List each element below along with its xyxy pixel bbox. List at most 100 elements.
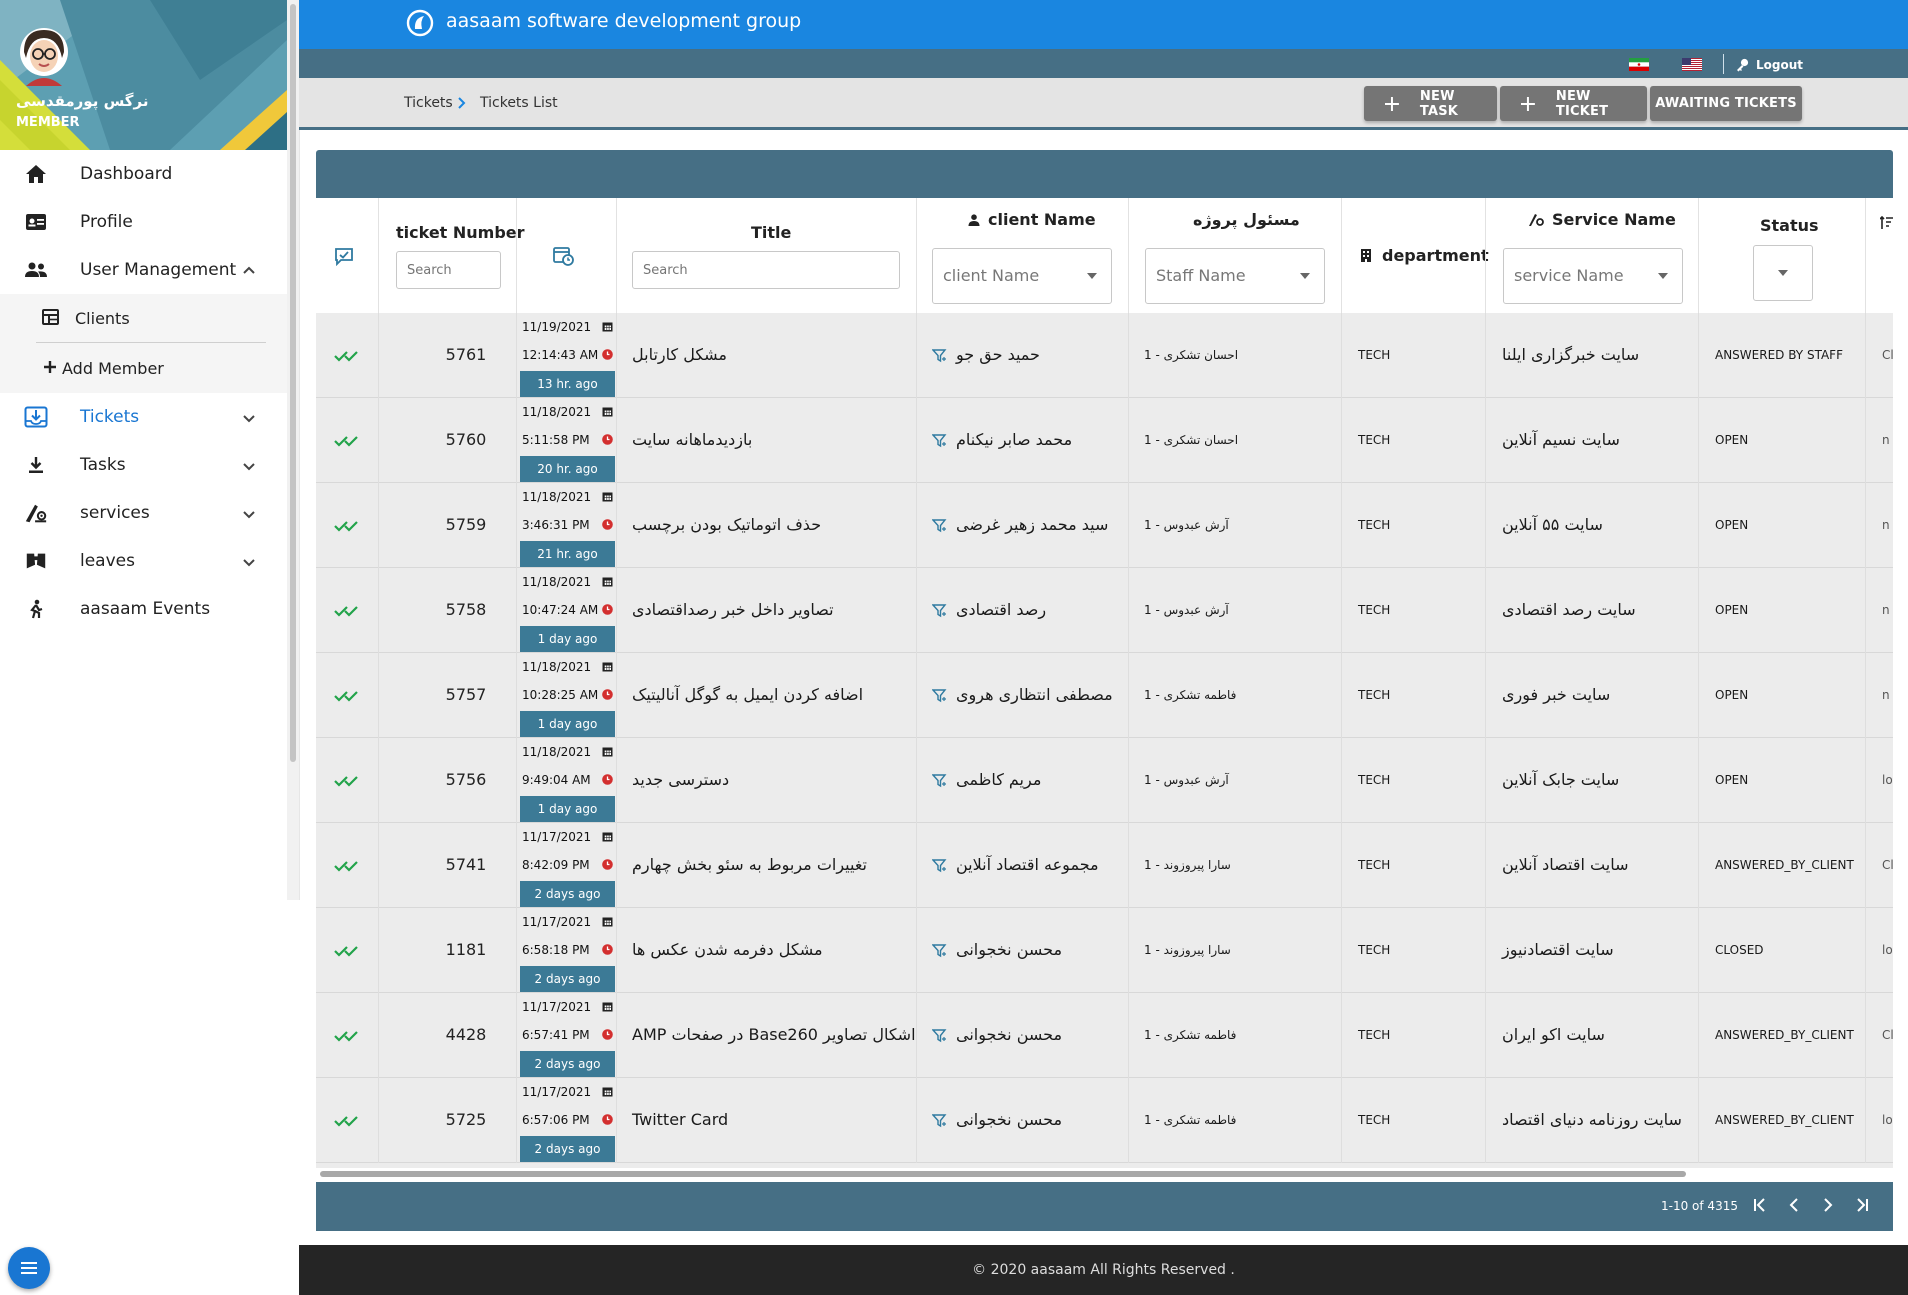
filter-client-icon[interactable] — [932, 944, 947, 958]
table-row[interactable]: 5756 11/18/2021 9:49:04 AM 1 day ago دسترسی … — [316, 738, 1893, 823]
ticket-title[interactable]: بازدیدماهانه سایت — [632, 430, 752, 449]
ticket-number-search-input[interactable] — [396, 251, 501, 289]
table-row[interactable]: 1181 11/17/2021 6:58:18 PM 2 days ago مشکل د… — [316, 908, 1893, 993]
table-row[interactable]: 5760 11/18/2021 5:11:58 PM 20 hr. ago بازدید… — [316, 398, 1893, 483]
first-page-icon[interactable] — [1750, 1196, 1770, 1214]
ticket-number[interactable]: 5757 — [430, 685, 502, 704]
sidebar-item-tasks[interactable]: Tasks — [0, 441, 287, 489]
ticket-number[interactable]: 1181 — [430, 940, 502, 959]
staff-name-select[interactable]: Staff Name — [1145, 248, 1325, 304]
column-divider — [1128, 483, 1129, 568]
column-divider — [1698, 313, 1699, 398]
table-horizontal-scrollbar-thumb[interactable] — [320, 1171, 1686, 1177]
ticket-number[interactable]: 5761 — [430, 345, 502, 364]
staff-name: احسان تشکری - 1 — [1144, 433, 1239, 447]
status-select[interactable] — [1753, 245, 1813, 301]
ticket-title[interactable]: مشکل دفرمه شدن عکس ها — [632, 940, 823, 959]
user-avatar[interactable] — [16, 24, 72, 86]
filter-client-icon[interactable] — [932, 519, 947, 533]
service-name-select[interactable]: service Name — [1503, 248, 1683, 304]
awaiting-tickets-button[interactable]: AWAITING TICKETS — [1650, 86, 1802, 121]
filter-client-icon[interactable] — [932, 604, 947, 618]
filter-client-icon[interactable] — [932, 434, 947, 448]
usa-flag-icon[interactable] — [1682, 58, 1702, 71]
title-search-input[interactable] — [632, 251, 900, 289]
ticket-date-cell: 11/18/2021 5:11:58 PM 20 hr. ago — [518, 398, 615, 483]
chevron-down-icon — [240, 409, 258, 427]
status-badge: OPEN — [1715, 773, 1749, 787]
column-divider — [1698, 908, 1699, 993]
ticket-date-cell: 11/18/2021 10:47:24 AM 1 day ago — [518, 568, 615, 653]
history-schedule-icon[interactable] — [552, 245, 574, 267]
ticket-title[interactable]: Twitter Card — [632, 1110, 728, 1129]
filter-client-icon[interactable] — [932, 349, 947, 363]
user-name: نرگس پورمقدسی — [16, 92, 149, 110]
previous-page-icon[interactable] — [1784, 1196, 1804, 1214]
service-name: سایت خبرگزاری ایلنا — [1502, 345, 1640, 364]
table-row[interactable]: 5741 11/17/2021 8:42:09 PM 2 days ago تغییرا… — [316, 823, 1893, 908]
breadcrumb-root[interactable]: Tickets — [404, 95, 453, 111]
iran-flag-icon[interactable] — [1629, 58, 1649, 71]
table-row[interactable]: 4428 11/17/2021 6:57:41 PM 2 days ago AMP در… — [316, 993, 1893, 1078]
sidebar-item-tickets[interactable]: Tickets — [0, 393, 287, 441]
sidebar-item-aasaam-events[interactable]: aasaam Events — [0, 585, 287, 633]
filter-client-icon[interactable] — [932, 1114, 947, 1128]
status-badge: OPEN — [1715, 518, 1749, 532]
new-ticket-label: NEW TICKET — [1555, 88, 1609, 119]
ticket-title[interactable]: AMP در صفحات Base260 اشکال تصاویر — [632, 1025, 916, 1044]
ticket-title[interactable]: حذف اتوماتیک بودن برچسب — [632, 515, 821, 534]
column-divider — [1698, 653, 1699, 738]
service-name: سایت نسیم آنلاین — [1502, 430, 1620, 449]
column-divider — [916, 908, 917, 993]
filter-client-icon[interactable] — [932, 1029, 947, 1043]
filter-client-icon[interactable] — [932, 774, 947, 788]
ticket-number[interactable]: 5741 — [430, 855, 502, 874]
sidebar-item-leaves[interactable]: leaves — [0, 537, 287, 585]
ticket-title[interactable]: اضافه کردن ایمیل به گوگل آنالیتیک — [632, 685, 863, 704]
column-divider — [1865, 1078, 1866, 1163]
calendar-icon — [602, 492, 613, 502]
new-ticket-button[interactable]: NEW TICKET — [1500, 86, 1647, 121]
ticket-date: 11/18/2021 — [522, 575, 592, 589]
sidebar-item-user-management[interactable]: User Management — [0, 246, 287, 294]
sidebar-item-profile[interactable]: Profile — [0, 198, 287, 246]
staff-name: فاطمه تشکری - 1 — [1144, 688, 1237, 702]
table-row[interactable]: 5758 11/18/2021 10:47:24 AM 1 day ago تصاویر… — [316, 568, 1893, 653]
ticket-number[interactable]: 5758 — [430, 600, 502, 619]
sidebar-scrollbar-thumb[interactable] — [290, 4, 296, 762]
new-task-button[interactable]: NEW TASK — [1364, 86, 1497, 121]
chat-status-icon[interactable] — [334, 246, 354, 266]
logout-button[interactable]: Logout — [1736, 56, 1803, 74]
ticket-number[interactable]: 5725 — [430, 1110, 502, 1129]
filter-client-icon[interactable] — [932, 689, 947, 703]
ticket-date-cell: 11/18/2021 3:46:31 PM 21 hr. ago — [518, 483, 615, 568]
column-divider — [916, 313, 917, 398]
sidebar-item-add-member[interactable]: Add Member — [0, 344, 287, 392]
sort-icon[interactable] — [1880, 216, 1894, 230]
ticket-number[interactable]: 5760 — [430, 430, 502, 449]
last-page-icon[interactable] — [1852, 1196, 1872, 1214]
table-row[interactable]: 5757 11/18/2021 10:28:25 AM 1 day ago اضافه … — [316, 653, 1893, 738]
ticket-number[interactable]: 5756 — [430, 770, 502, 789]
status-badge: ANSWERED BY STAFF — [1715, 348, 1843, 362]
users-icon — [24, 259, 48, 281]
header-staff: مسئول پروژه Staff Name — [1128, 198, 1342, 313]
ticket-title[interactable]: دسترسی جدید — [632, 770, 729, 789]
table-row[interactable]: 5759 11/18/2021 3:46:31 PM 21 hr. ago حذف ات… — [316, 483, 1893, 568]
header-client-name: client Name client Name — [916, 198, 1129, 313]
chevron-down-icon — [240, 553, 258, 571]
ticket-title[interactable]: تغییرات مربوط به سئو بخش چهارم — [632, 855, 867, 874]
table-row[interactable]: 5725 11/17/2021 6:57:06 PM 2 days ago Twitte… — [316, 1078, 1893, 1163]
ticket-title[interactable]: مشکل کارتابل — [632, 345, 727, 364]
ticket-title[interactable]: تصاویر داخل خبر رصداقتصادی — [632, 600, 834, 619]
ticket-number[interactable]: 5759 — [430, 515, 502, 534]
table-row[interactable]: 5761 11/19/2021 12:14:43 AM 13 hr. ago مشکل … — [316, 313, 1893, 398]
sidebar-item-dashboard[interactable]: Dashboard — [0, 150, 287, 198]
sidebar-item-clients[interactable]: Clients — [0, 294, 287, 342]
sidebar-item-services[interactable]: services — [0, 489, 287, 537]
menu-fab-button[interactable] — [8, 1247, 50, 1289]
filter-client-icon[interactable] — [932, 859, 947, 873]
client-name-select[interactable]: client Name — [932, 248, 1112, 304]
next-page-icon[interactable] — [1818, 1196, 1838, 1214]
ticket-number[interactable]: 4428 — [430, 1025, 502, 1044]
